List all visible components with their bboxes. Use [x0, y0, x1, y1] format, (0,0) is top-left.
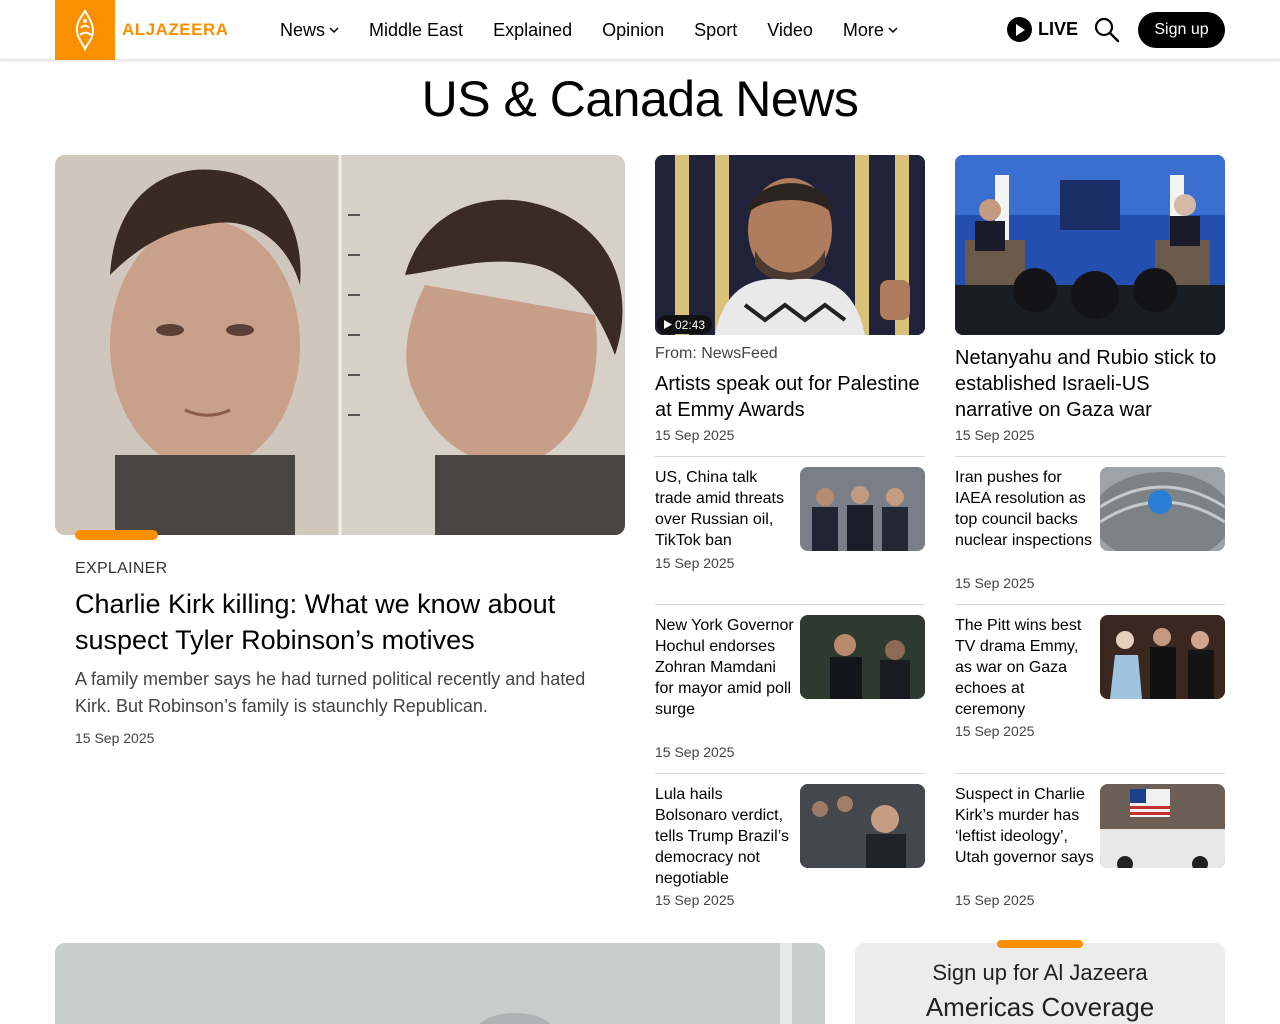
story-date: 15 Sep 2025 [955, 892, 1035, 908]
live-label: LIVE [1038, 19, 1079, 39]
nav-item-news[interactable]: News [280, 20, 339, 41]
main-nav: News Middle East Explained Opinion Sport… [280, 0, 928, 60]
story-headline[interactable]: Iran pushes for IAEA resolution as top c… [955, 467, 1095, 551]
video-duration-badge: 02:43 [657, 315, 713, 334]
divider [655, 604, 925, 605]
photo-image [800, 784, 925, 868]
divider [955, 773, 1225, 774]
story-date: 15 Sep 2025 [955, 575, 1035, 591]
photo-image [800, 467, 925, 551]
nav-item-explained[interactable]: Explained [493, 20, 572, 41]
nav-item-sport[interactable]: Sport [694, 20, 737, 41]
feature-tag: EXPLAINER [75, 560, 168, 577]
newsletter-subheading: Americas Coverage [925, 992, 1155, 1022]
chevron-down-icon [888, 27, 898, 34]
photo-image [800, 615, 925, 699]
mugshot-image [55, 155, 625, 535]
story-date: 15 Sep 2025 [655, 744, 735, 760]
play-icon [664, 320, 672, 329]
nav-label: News [280, 19, 326, 40]
duration-text: 02:43 [675, 317, 706, 332]
story-thumbnail[interactable] [1100, 467, 1225, 551]
photo-image [55, 943, 825, 1024]
photo-image [655, 155, 925, 335]
nav-label: More [842, 19, 884, 40]
story-headline[interactable]: Netanyahu and Rubio stick to established… [955, 345, 1225, 423]
story-headline[interactable]: Artists speak out for Palestine at Emmy … [655, 371, 930, 423]
photo-image [1100, 784, 1225, 868]
story-date: 15 Sep 2025 [655, 892, 735, 908]
photo-image [955, 155, 1225, 335]
story-thumbnail[interactable] [800, 467, 925, 551]
page-title: US & Canada News [0, 70, 1280, 128]
story-headline[interactable]: The Pitt wins best TV drama Emmy, as war… [955, 615, 1095, 720]
search-icon[interactable] [1093, 16, 1121, 44]
divider [955, 456, 1225, 457]
story-thumbnail[interactable] [1100, 784, 1225, 868]
story-source: From: NewsFeed [655, 345, 778, 362]
story-image-netanyahu-rubio[interactable] [955, 155, 1225, 335]
aljazeera-logo[interactable] [55, 0, 115, 60]
chevron-down-icon [329, 27, 339, 34]
site-header: ALJAZEERA News Middle East Explained Opi… [0, 0, 1280, 60]
accent-bar [75, 530, 158, 540]
accent-bar [997, 940, 1083, 948]
nav-label: Middle East [369, 19, 464, 40]
aljazeera-logo-icon [75, 9, 95, 52]
story-thumbnail[interactable] [800, 615, 925, 699]
story-date: 15 Sep 2025 [655, 555, 735, 571]
story-date: 15 Sep 2025 [955, 723, 1035, 739]
feature-date: 15 Sep 2025 [75, 730, 155, 746]
story-date: 15 Sep 2025 [655, 427, 735, 443]
divider [655, 773, 925, 774]
story-headline[interactable]: US, China talk trade amid threats over R… [655, 467, 795, 551]
newsletter-heading: Sign up for Al Jazeera [932, 960, 1148, 985]
nav-label: Opinion [602, 19, 665, 40]
logo-wordmark[interactable]: ALJAZEERA [122, 20, 229, 40]
story-thumbnail[interactable] [800, 784, 925, 868]
story-date: 15 Sep 2025 [955, 427, 1035, 443]
nav-item-opinion[interactable]: Opinion [602, 20, 664, 41]
live-button[interactable]: LIVE [1007, 17, 1078, 42]
nav-item-video[interactable]: Video [767, 20, 813, 41]
nav-label: Sport [694, 19, 738, 40]
nav-item-middle-east[interactable]: Middle East [369, 20, 463, 41]
divider [955, 604, 1225, 605]
photo-image [1100, 615, 1225, 699]
story-headline[interactable]: New York Governor Hochul endorses Zohran… [655, 615, 795, 720]
feature-headline[interactable]: Charlie Kirk killing: What we know about… [75, 586, 605, 658]
bottom-story-image[interactable] [55, 943, 825, 1024]
sign-up-button[interactable]: Sign up [1138, 12, 1225, 48]
nav-label: Video [767, 19, 813, 40]
divider [655, 456, 925, 457]
play-icon [1007, 17, 1032, 42]
story-thumbnail[interactable] [1100, 615, 1225, 699]
story-headline[interactable]: Lula hails Bolsonaro verdict, tells Trum… [655, 784, 795, 889]
nav-item-more[interactable]: More [843, 20, 898, 41]
photo-image [1100, 467, 1225, 551]
story-headline[interactable]: Suspect in Charlie Kirk’s murder has ‘le… [955, 784, 1095, 868]
page-title-text: US & Canada News [421, 71, 859, 127]
nav-label: Explained [493, 19, 573, 40]
feature-summary: A family member says he had turned polit… [75, 669, 586, 716]
story-image-emmy-artists[interactable] [655, 155, 925, 335]
feature-image[interactable] [55, 155, 625, 535]
